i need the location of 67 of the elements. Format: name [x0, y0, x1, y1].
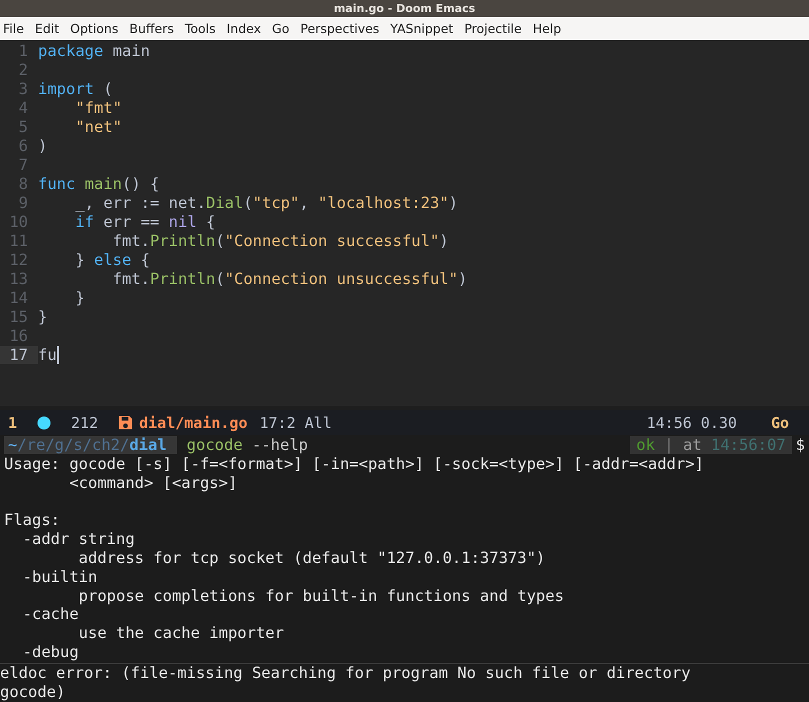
- time-load: 14:56 0.30: [646, 414, 737, 432]
- menu-item[interactable]: Index: [221, 21, 267, 36]
- line-number: 1: [18, 42, 29, 60]
- line-number: 4: [18, 98, 29, 116]
- major-mode: Go: [770, 414, 789, 432]
- code-line: fu: [38, 346, 59, 364]
- line-number: 8: [18, 174, 29, 192]
- echo-message: eldoc error: (file-missing Searching for program No such file or directory: [0, 664, 691, 682]
- line-number: 6: [18, 136, 29, 154]
- line-number: 16: [8, 326, 29, 344]
- line-number: 9: [18, 194, 29, 212]
- prompt-symbol: $: [794, 436, 806, 454]
- code-line: _, err := net.Dial("tcp", "localhost:23"): [74, 194, 458, 212]
- code-line: } else {: [74, 250, 150, 268]
- line-number: 11: [8, 232, 29, 250]
- menu-item[interactable]: YASnippet: [384, 21, 459, 36]
- output-line: propose completions for built-in functions and types: [78, 586, 564, 605]
- menu-item[interactable]: Go: [266, 21, 295, 36]
- output-line: -cache: [22, 605, 79, 624]
- line-number: 12: [8, 250, 29, 268]
- line-number: 5: [18, 118, 29, 136]
- workspace-number: 1: [8, 414, 18, 432]
- line-number: 10: [8, 212, 29, 230]
- file-name: dial/main.go: [139, 414, 248, 432]
- menu-item[interactable]: Buffers: [124, 21, 180, 36]
- command-text: gocode --help: [186, 436, 308, 454]
- output-line: Usage: gocode [-s] [-f=<format>] [-in=<path>] [-sock=<type>] [-addr=<addr>]: [4, 455, 704, 473]
- menu-item[interactable]: Projectile: [458, 21, 528, 36]
- line-number: 2: [18, 60, 29, 78]
- cursor-position: 17:2 All: [260, 414, 332, 432]
- line-number: 3: [18, 80, 29, 98]
- output-line: use the cache importer: [78, 624, 284, 642]
- status-segment: ok | at 14:56:07: [630, 436, 792, 454]
- code-line: }: [74, 288, 85, 306]
- code-line: if err == nil {: [74, 212, 216, 230]
- code-line: }: [38, 308, 48, 326]
- code-line: fmt.Println("Connection successful"): [112, 232, 449, 250]
- menu-item[interactable]: Help: [527, 21, 567, 36]
- output-line: address for tcp socket (default "127.0.0.1:37373"): [78, 548, 546, 567]
- output-line: -debug: [22, 642, 79, 661]
- output-line: -addr string: [22, 530, 135, 548]
- output-line: Flags:: [4, 511, 60, 530]
- output-line: -builtin: [22, 568, 98, 586]
- code-line: "fmt": [74, 98, 122, 116]
- code-line: fmt.Println("Connection unsuccessful"): [112, 270, 468, 288]
- menu-item[interactable]: Tools: [179, 21, 222, 36]
- circle-icon: [37, 416, 52, 430]
- output-line: <command> [<args>]: [68, 474, 238, 492]
- menu-item[interactable]: File: [0, 21, 30, 36]
- line-number: 7: [18, 156, 29, 174]
- line-number: 13: [8, 270, 29, 288]
- line-number: 17: [0, 346, 38, 364]
- line-number: 15: [8, 308, 29, 326]
- code-line: ): [38, 136, 48, 154]
- text-cursor: [56, 346, 59, 364]
- buffer-size: 212: [71, 414, 98, 432]
- window-title: main.go - Doom Emacs: [334, 2, 476, 15]
- menu-item[interactable]: Perspectives: [294, 21, 385, 36]
- code-line: "net": [74, 118, 122, 136]
- directory-segment: ~/re/g/s/ch2/dial: [4, 436, 177, 454]
- menu-item[interactable]: Options: [64, 21, 124, 36]
- code-line: import (: [38, 80, 113, 98]
- line-number: 14: [8, 288, 29, 306]
- code-line: func main() {: [38, 174, 160, 192]
- menu-item[interactable]: Edit: [29, 21, 65, 36]
- code-line: package main: [38, 42, 150, 60]
- echo-message: gocode): [0, 683, 66, 701]
